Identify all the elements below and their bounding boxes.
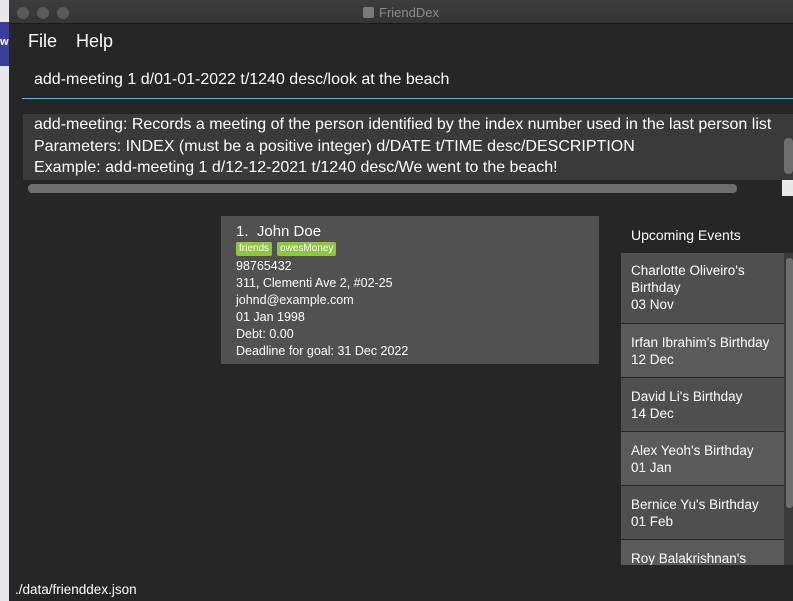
person-birthday: 01 Jan 1998 — [236, 310, 305, 324]
event-item[interactable]: Roy Balakrishnan's — [621, 540, 784, 565]
status-bar: ./data/frienddex.json — [9, 579, 793, 601]
event-label: David Li's Birthday — [631, 389, 743, 404]
result-line: Example: add-meeting 1 d/12-12-2021 t/12… — [34, 159, 558, 176]
event-date: 03 Nov — [631, 297, 674, 312]
person-debt: Debt: 0.00 — [236, 327, 294, 341]
background-window-text: wi — [0, 36, 9, 48]
tag-friends: friends — [236, 242, 273, 256]
event-label: Irfan Ibrahim's Birthday — [631, 335, 770, 350]
person-email: johnd@example.com — [236, 293, 354, 307]
person-goal-deadline: Deadline for goal: 31 Dec 2022 — [236, 344, 409, 358]
event-label: Alex Yeoh's Birthday — [631, 443, 754, 458]
event-item[interactable]: Alex Yeoh's Birthday 01 Jan — [621, 432, 784, 485]
event-label: Charlotte Oliveiro's Birthday — [631, 263, 745, 295]
title-bar: FriendDex — [9, 0, 793, 24]
save-location: ./data/frienddex.json — [15, 582, 137, 597]
person-address: 311, Clementi Ave 2, #02-25 — [236, 276, 393, 290]
person-phone: 98765432 — [236, 259, 292, 273]
event-label: Bernice Yu's Birthday — [631, 497, 759, 512]
command-box[interactable]: add-meeting 1 d/01-01-2022 t/1240 desc/l… — [22, 62, 793, 99]
events-scroll-thumb[interactable] — [786, 258, 793, 508]
event-date: 14 Dec — [631, 406, 674, 421]
person-card[interactable]: 1. John Doe friends owesMoney 98765432 3… — [221, 216, 599, 364]
person-tags: friends owesMoney — [236, 242, 337, 256]
event-item[interactable]: Irfan Ibrahim's Birthday 12 Dec — [621, 324, 784, 377]
event-label: Roy Balakrishnan's — [631, 551, 747, 565]
person-index: 1. — [236, 223, 249, 240]
event-item[interactable]: Bernice Yu's Birthday 01 Feb — [621, 486, 784, 539]
result-vertical-scroll-thumb[interactable] — [784, 138, 793, 174]
command-input[interactable]: add-meeting 1 d/01-01-2022 t/1240 desc/l… — [34, 71, 449, 89]
event-date: 12 Dec — [631, 352, 674, 367]
result-text: add-meeting: Records a meeting of the pe… — [34, 114, 771, 179]
background-window-strip: wi — [0, 0, 9, 601]
event-date: 01 Feb — [631, 514, 674, 529]
tag-owes-money: owesMoney — [277, 242, 337, 256]
upcoming-events-list[interactable]: Charlotte Oliveiro's Birthday 03 Nov Irfa… — [621, 253, 784, 565]
result-line: Parameters: INDEX (must be a positive in… — [34, 137, 635, 155]
menu-help[interactable]: Help — [76, 31, 113, 52]
upcoming-events-title: Upcoming Events — [631, 227, 741, 243]
event-item[interactable]: David Li's Birthday 14 Dec — [621, 378, 784, 431]
event-date: 01 Jan — [631, 460, 672, 475]
menu-file[interactable]: File — [28, 31, 57, 52]
app-icon — [363, 7, 375, 18]
app-window: FriendDex File Help add-meeting 1 d/01-0… — [9, 0, 793, 601]
menu-bar: File Help — [9, 24, 793, 60]
scroll-corner — [782, 180, 793, 196]
result-horizontal-scroll-thumb[interactable] — [28, 184, 737, 193]
result-line: add-meeting: Records a meeting of the pe… — [34, 116, 772, 133]
result-display: add-meeting: Records a meeting of the pe… — [23, 114, 785, 180]
event-item[interactable]: Charlotte Oliveiro's Birthday 03 Nov — [621, 253, 784, 323]
person-name: John Doe — [256, 223, 322, 240]
window-title: FriendDex — [379, 5, 439, 20]
